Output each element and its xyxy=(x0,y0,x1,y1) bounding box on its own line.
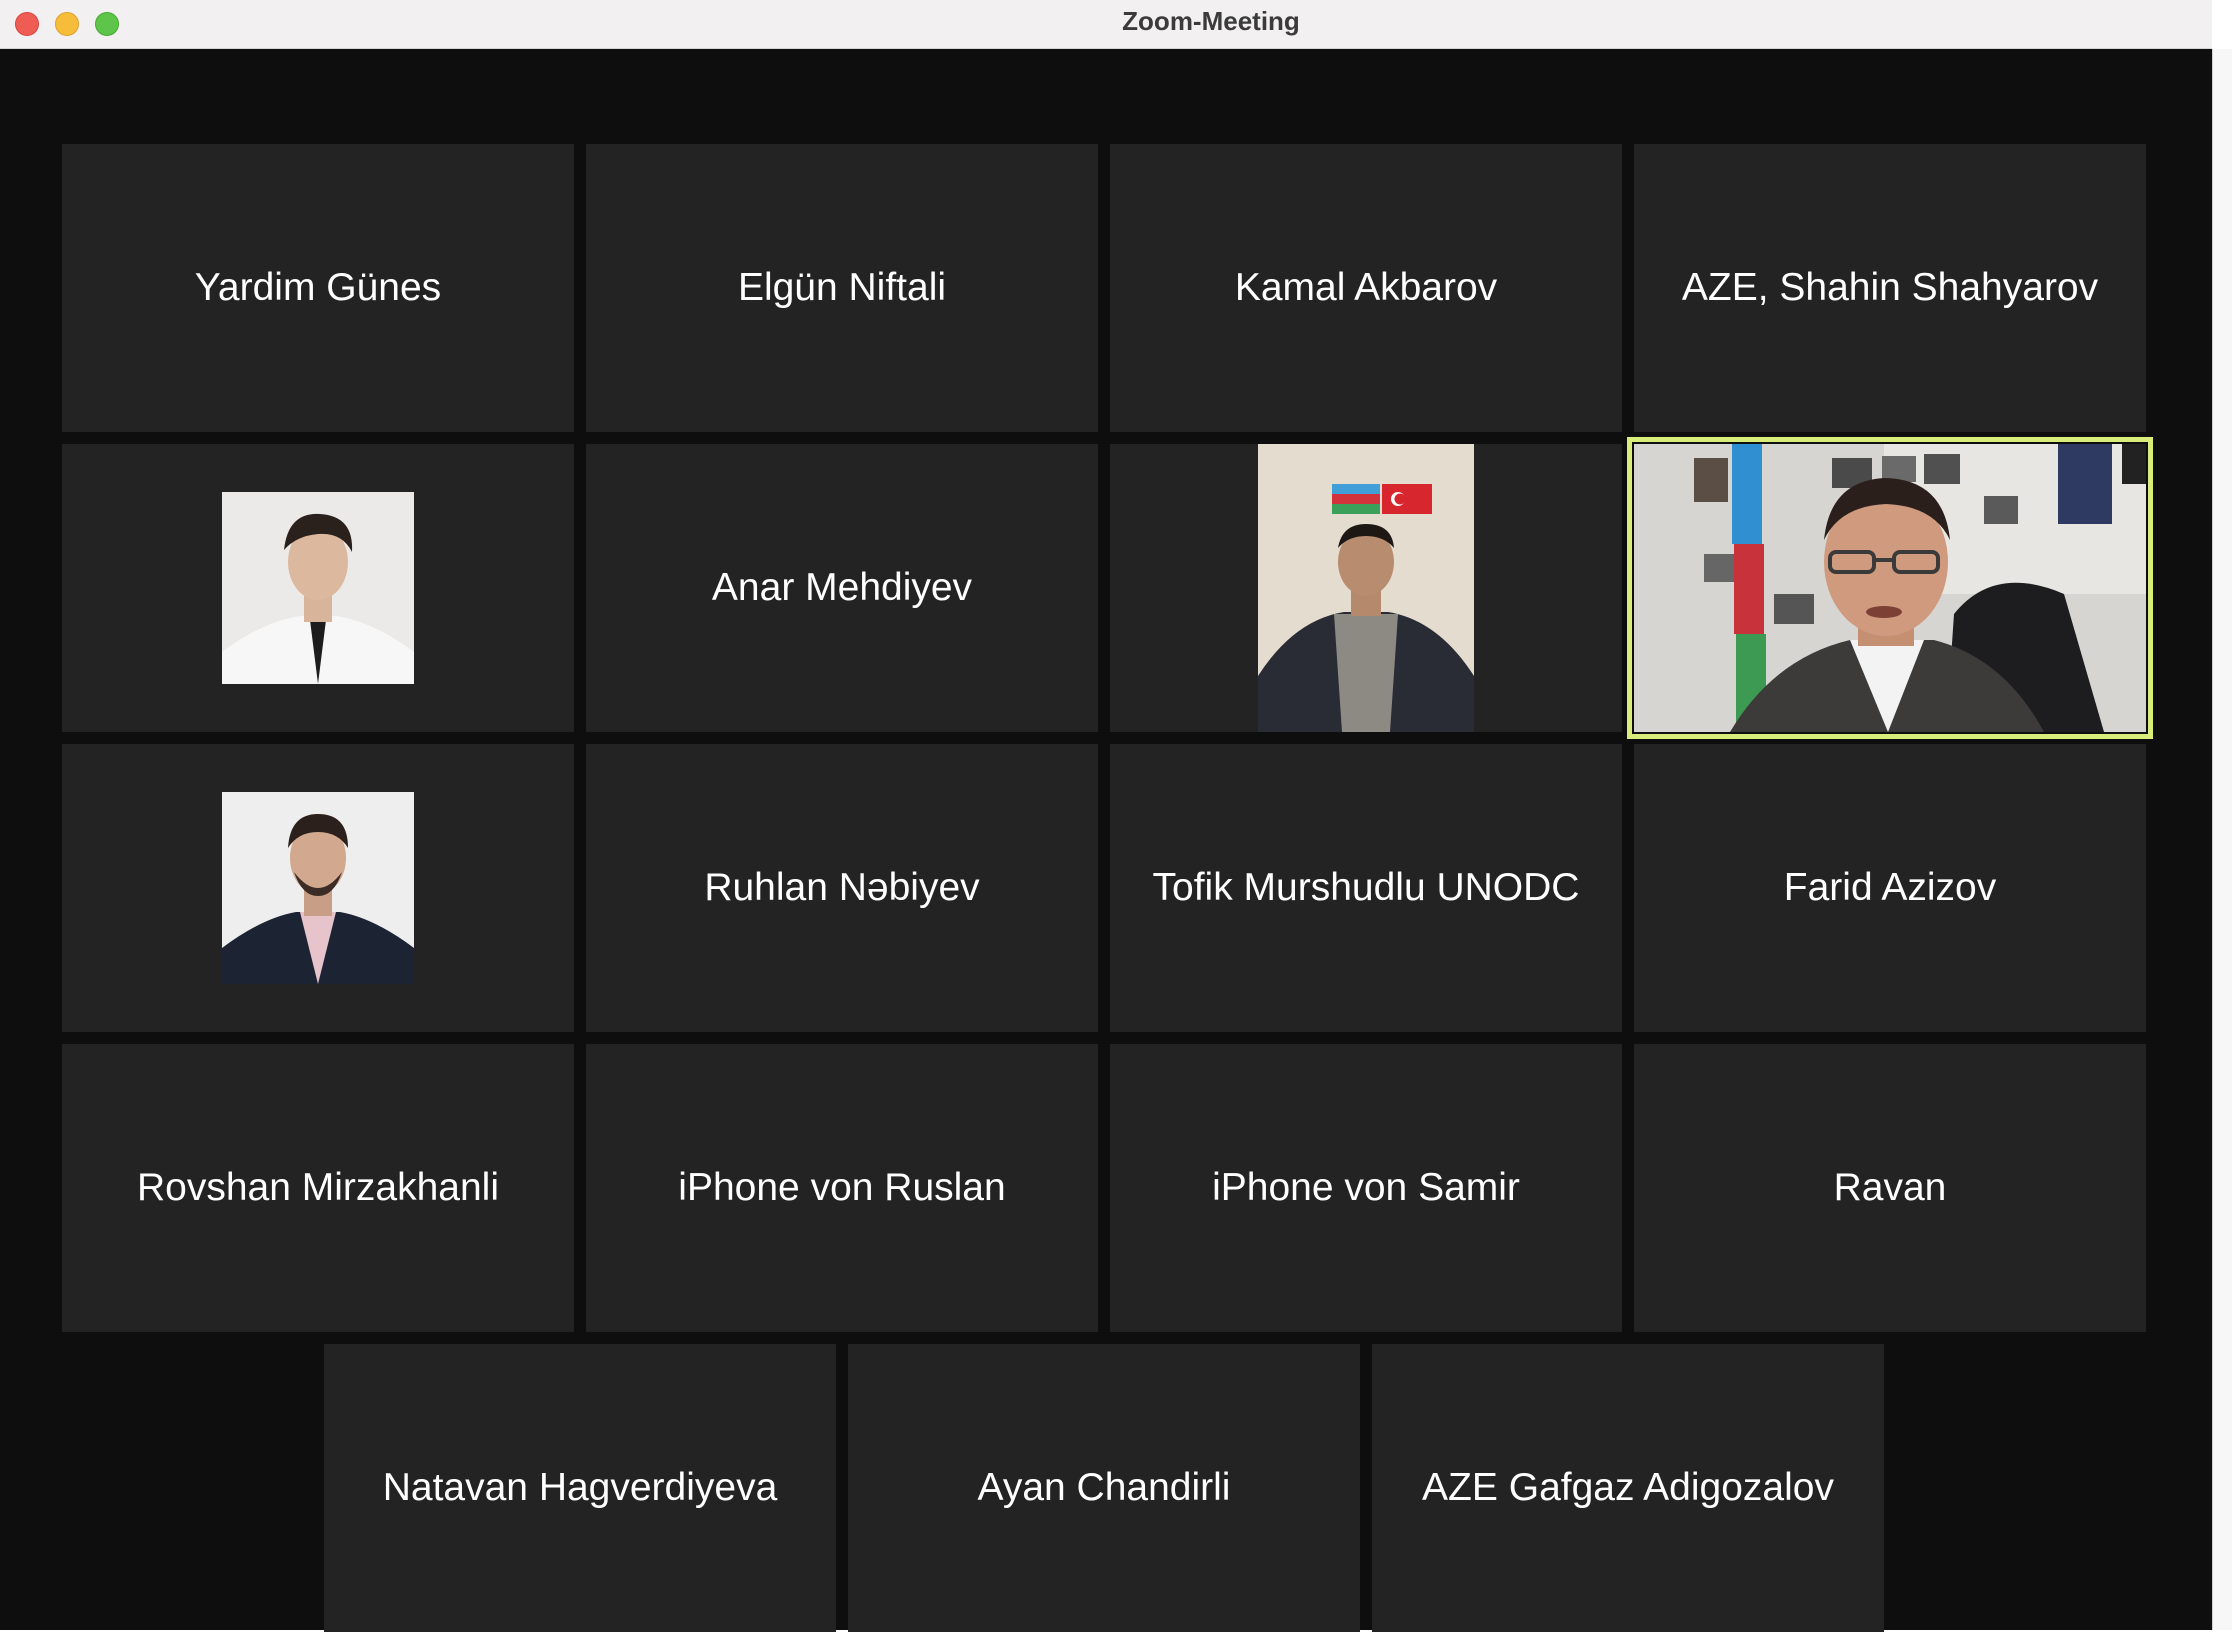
participant-name: iPhone von Samir xyxy=(1212,1166,1520,1209)
participant-name: Elgün Niftali xyxy=(737,266,947,309)
participant-name: Rovshan Mirzakhanli xyxy=(137,1166,499,1209)
participant-tile[interactable]: Kamal Akbarov xyxy=(1110,144,1622,432)
participant-tile[interactable]: Ruhlan Nəbiyev xyxy=(586,744,1098,1032)
participant-tile[interactable]: Ravan xyxy=(1634,1044,2146,1332)
participant-tile[interactable]: iPhone von Ruslan xyxy=(586,1044,1098,1332)
participant-name: Ruhlan Nəbiyev xyxy=(704,866,980,909)
participant-name: Anar Mehdiyev xyxy=(711,566,973,609)
participant-tile[interactable]: iPhone von Samir xyxy=(1110,1044,1622,1332)
flag-azerbaijan-icon xyxy=(1332,484,1380,514)
window-edge xyxy=(2212,49,2232,1630)
window-titlebar: Zoom-Meeting xyxy=(0,0,2212,49)
profile-photo xyxy=(222,492,414,684)
participant-tile-active-speaker[interactable] xyxy=(1627,437,2153,739)
profile-photo xyxy=(222,792,414,984)
participant-name: Kamal Akbarov xyxy=(1234,266,1498,309)
participant-name: Natavan Hagverdiyeva xyxy=(382,1466,778,1509)
flag-azerbaijan-icon xyxy=(1732,444,1766,732)
participant-name: Yardim Günes xyxy=(194,266,442,309)
participant-name: Tofik Murshudlu UNODC xyxy=(1152,866,1580,909)
participant-name: Ayan Chandirli xyxy=(977,1466,1231,1509)
participant-tile[interactable] xyxy=(1110,444,1622,732)
flag-turkey-icon xyxy=(1382,484,1432,514)
participant-tile[interactable]: Ayan Chandirli xyxy=(848,1344,1360,1632)
participant-tile[interactable]: Tofik Murshudlu UNODC xyxy=(1110,744,1622,1032)
participant-tile[interactable]: Yardim Günes xyxy=(62,144,574,432)
participant-video xyxy=(1258,444,1474,732)
participant-name: AZE Gafgaz Adigozalov xyxy=(1422,1466,1834,1509)
participant-name: Ravan xyxy=(1833,1166,1947,1209)
participant-tile[interactable]: Elgün Niftali xyxy=(586,144,1098,432)
participant-tile[interactable] xyxy=(62,744,574,1032)
gallery-view: Yardim Günes Elgün Niftali Kamal Akbarov… xyxy=(0,49,2212,1632)
participant-tile[interactable]: Rovshan Mirzakhanli xyxy=(62,1044,574,1332)
participant-tile[interactable]: Natavan Hagverdiyeva xyxy=(324,1344,836,1632)
window-title: Zoom-Meeting xyxy=(1122,6,1300,36)
participant-tile[interactable] xyxy=(62,444,574,732)
participant-tile[interactable]: Farid Azizov xyxy=(1634,744,2146,1032)
participant-tile[interactable]: Anar Mehdiyev xyxy=(586,444,1098,732)
participant-name: Farid Azizov xyxy=(1783,866,1997,909)
participant-video xyxy=(1634,444,2146,732)
participant-tile[interactable]: AZE Gafgaz Adigozalov xyxy=(1372,1344,1884,1632)
participant-tile[interactable]: AZE, Shahin Shahyarov xyxy=(1634,144,2146,432)
participant-name: AZE, Shahin Shahyarov xyxy=(1681,266,2099,309)
participant-name: iPhone von Ruslan xyxy=(678,1166,1006,1209)
